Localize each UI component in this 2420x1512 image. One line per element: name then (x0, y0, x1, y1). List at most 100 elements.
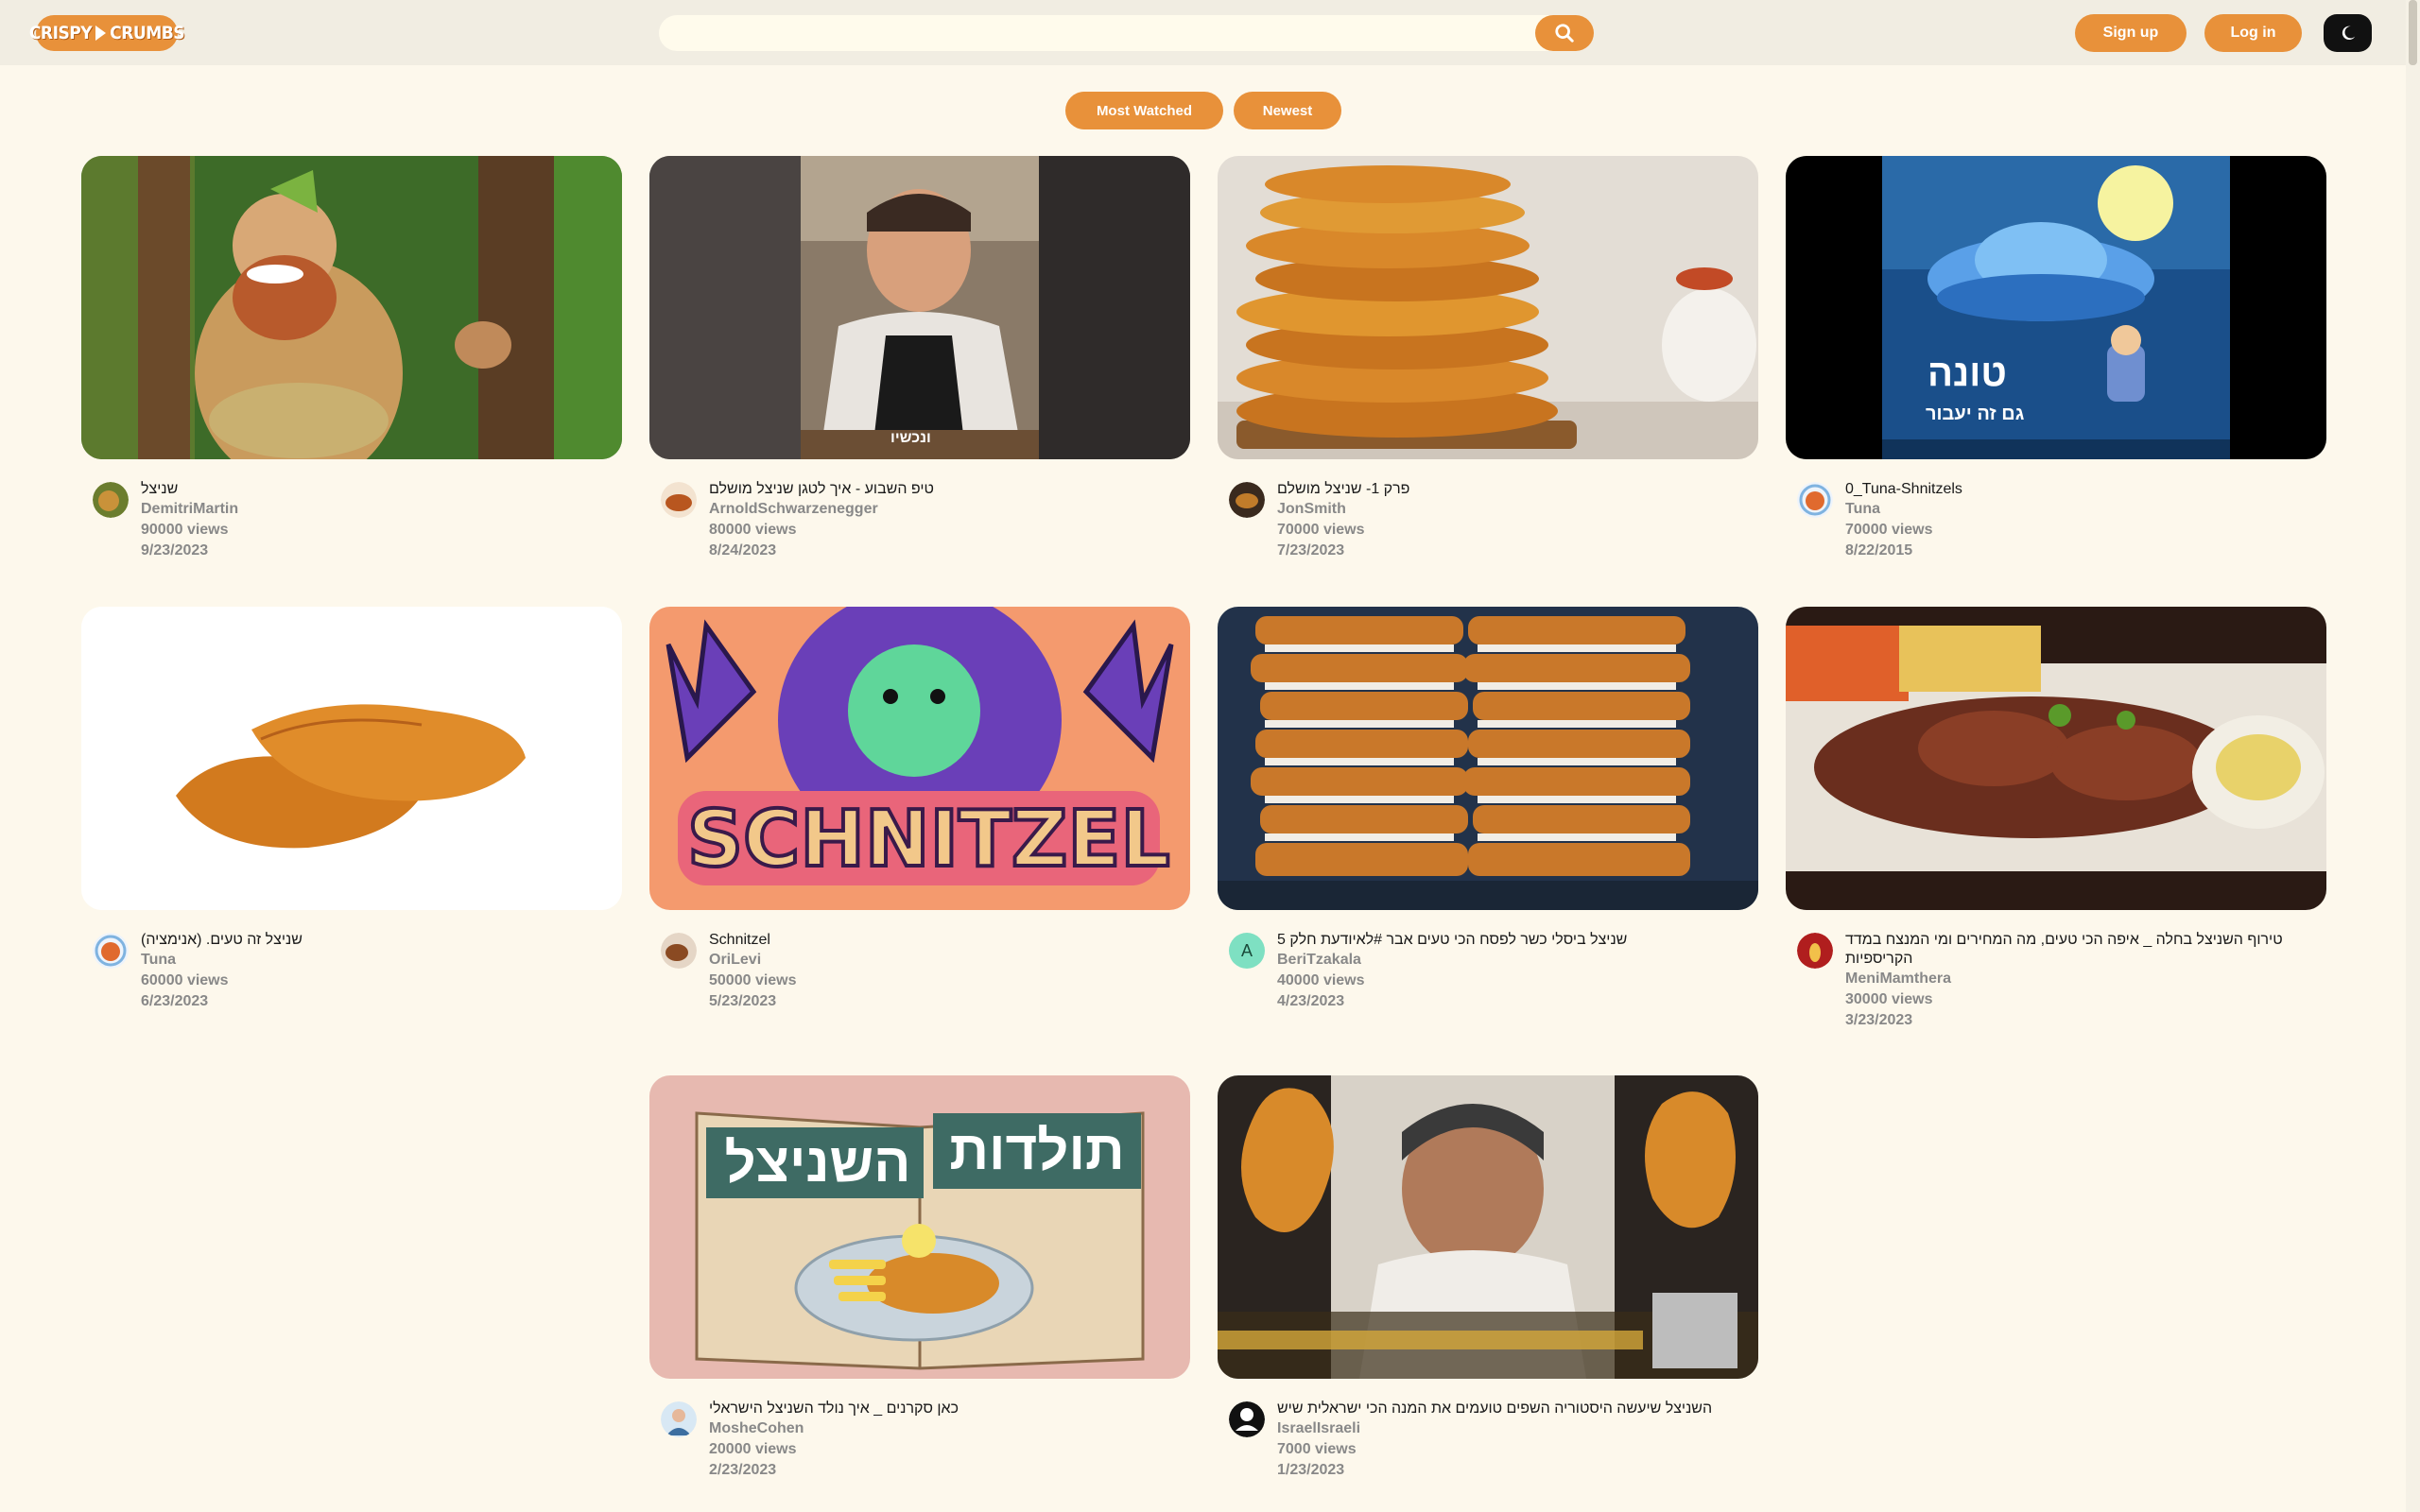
upload-date: 3/23/2023 (1845, 1012, 1913, 1028)
view-count: 90000 views (141, 522, 229, 538)
video-title[interactable]: Schnitzel (709, 931, 1190, 950)
channel-avatar[interactable] (661, 1401, 697, 1437)
video-thumbnail[interactable]: השניצל תולדות (649, 1075, 1190, 1379)
channel-avatar[interactable] (661, 933, 697, 969)
view-count: 30000 views (1845, 991, 1933, 1007)
search-bar (659, 15, 1594, 51)
video-thumbnail[interactable] (1218, 156, 1758, 459)
video-thumbnail[interactable] (81, 156, 622, 459)
channel-avatar[interactable] (93, 482, 129, 518)
video-card[interactable]: שניצל זה טעים. (אנימציה) Tuna 60000 view… (81, 607, 622, 1012)
channel-name[interactable]: Tuna (141, 950, 622, 971)
thumbnail-caption: ונכשיו (890, 430, 931, 446)
signup-button[interactable]: Sign up (2075, 14, 2187, 52)
video-card[interactable]: SCHNITZEL Schnitzel OriLevi 50000 views … (649, 607, 1190, 1012)
channel-avatar[interactable] (93, 933, 129, 969)
channel-name[interactable]: Tuna (1845, 499, 2326, 520)
channel-avatar[interactable] (1797, 933, 1833, 969)
upload-date: 2/23/2023 (709, 1462, 777, 1478)
channel-avatar[interactable] (1797, 482, 1833, 518)
upload-date: 6/23/2023 (141, 993, 209, 1009)
video-thumbnail[interactable] (1218, 607, 1758, 910)
video-card[interactable]: טונה גם זה יעבור 0_Tuna-Shnitzels Tuna 7… (1786, 156, 2326, 561)
chef-video-image (649, 156, 1190, 459)
channel-name[interactable]: MosheCohen (709, 1418, 1190, 1439)
channel-name[interactable]: ArnoldSchwarzenegger (709, 499, 1190, 520)
video-title[interactable]: טירוף השניצל בחלה _ איפה הכי טעים, מה המ… (1845, 931, 2326, 969)
schnitzel-stack-image (1218, 156, 1758, 459)
channel-name[interactable]: MeniMamthera (1845, 969, 2326, 989)
upload-date: 8/24/2023 (709, 542, 777, 558)
channel-name[interactable]: IsraelIsraeli (1277, 1418, 1758, 1439)
video-card[interactable]: טירוף השניצל בחלה _ איפה הכי טעים, מה המ… (1786, 607, 2326, 1031)
video-title[interactable]: כאן סקרנים _ איך נולד השניצל הישראלי (709, 1400, 1190, 1418)
video-title[interactable]: השניצל שיעשה היסטוריה השפים טועמים את המ… (1277, 1400, 1758, 1418)
channel-avatar[interactable] (661, 482, 697, 518)
play-icon (95, 26, 107, 41)
logo-text-right: CRUMBS (110, 23, 185, 43)
view-count: 70000 views (1845, 522, 1933, 538)
tab-most-watched[interactable]: Most Watched (1065, 92, 1223, 129)
scrollbar-track[interactable] (2406, 0, 2420, 1512)
search-button[interactable] (1535, 15, 1594, 51)
tab-newest[interactable]: Newest (1234, 92, 1341, 129)
video-card[interactable]: ונכשיו טיפ השבוע - איך לטגן שניצל מושלם … (649, 156, 1190, 561)
login-button[interactable]: Log in (2204, 14, 2302, 52)
upload-date: 4/23/2023 (1277, 993, 1345, 1009)
top-bar: CRISPY CRUMBS Sign up Log in (0, 0, 2406, 65)
video-thumbnail[interactable]: טונה גם זה יעבור (1786, 156, 2326, 459)
channel-name[interactable]: DemitriMartin (141, 499, 622, 520)
scrollbar-thumb[interactable] (2409, 0, 2417, 65)
logo[interactable]: CRISPY CRUMBS (29, 15, 185, 51)
video-card[interactable]: A שניצל ביסלי כשר לפסח הכי טעים אבר #לאי… (1218, 607, 1758, 1012)
schnitzel-challah-image (1786, 607, 2326, 910)
thumbnail-title-line2: השניצל (724, 1132, 911, 1194)
channel-name[interactable]: JonSmith (1277, 499, 1758, 520)
video-thumbnail[interactable] (81, 607, 622, 910)
video-title[interactable]: שניצל זה טעים. (אנימציה) (141, 931, 622, 950)
view-count: 7000 views (1277, 1441, 1357, 1457)
channel-avatar[interactable] (1229, 482, 1265, 518)
view-count: 40000 views (1277, 972, 1365, 988)
video-title[interactable]: טיפ השבוע - איך לטגן שניצל מושלם (709, 480, 1190, 499)
avatar-letter: A (1240, 940, 1253, 960)
channel-name[interactable]: OriLevi (709, 950, 1190, 971)
video-title[interactable]: שניצל (141, 480, 622, 499)
view-count: 50000 views (709, 972, 797, 988)
channel-avatar[interactable] (1229, 1401, 1265, 1437)
upload-date: 5/23/2023 (709, 993, 777, 1009)
upload-date: 1/23/2023 (1277, 1462, 1345, 1478)
video-title[interactable]: שניצל ביסלי כשר לפסח הכי טעים אבר #לאיוד… (1277, 931, 1758, 950)
video-thumbnail[interactable] (1218, 1075, 1758, 1379)
cartoon-character-image (81, 156, 622, 459)
video-card[interactable]: השניצל שיעשה היסטוריה השפים טועמים את המ… (1218, 1075, 1758, 1481)
channel-name[interactable]: BeriTzakala (1277, 950, 1758, 971)
view-count: 70000 views (1277, 522, 1365, 538)
upload-date: 9/23/2023 (141, 542, 209, 558)
thumbnail-title: SCHNITZEL (685, 795, 1172, 885)
logo-text-left: CRISPY (28, 23, 93, 43)
video-thumbnail[interactable]: SCHNITZEL (649, 607, 1190, 910)
video-card[interactable]: פרק 1- שניצל מושלם JonSmith 70000 views … (1218, 156, 1758, 561)
video-card[interactable]: שניצל DemitriMartin 90000 views 9/23/202… (81, 156, 622, 561)
video-card[interactable]: השניצל תולדות כאן סקרנים _ איך נולד השני… (649, 1075, 1190, 1481)
thumbnail-title-line1: תולדות (949, 1120, 1125, 1181)
chef-tasting-image (1218, 1075, 1758, 1379)
video-thumbnail[interactable] (1786, 607, 2326, 910)
search-icon (1555, 24, 1574, 43)
search-input[interactable] (659, 15, 1529, 51)
theme-toggle-button[interactable] (2324, 14, 2372, 52)
view-count: 60000 views (141, 972, 229, 988)
upload-date: 7/23/2023 (1277, 542, 1345, 558)
video-title[interactable]: פרק 1- שניצל מושלם (1277, 480, 1758, 499)
thumbnail-subtitle: גם זה יעבור (1926, 404, 2025, 424)
view-count: 80000 views (709, 522, 797, 538)
channel-avatar[interactable]: A (1229, 933, 1265, 969)
schnitzel-cutout-image (81, 607, 622, 910)
video-title[interactable]: 0_Tuna-Shnitzels (1845, 480, 2326, 499)
schnitzel-towers-image (1218, 607, 1758, 910)
view-count: 20000 views (709, 1441, 797, 1457)
upload-date: 8/22/2015 (1845, 542, 1913, 558)
thumbnail-title: טונה (1927, 352, 2007, 394)
video-thumbnail[interactable]: ונכשיו (649, 156, 1190, 459)
